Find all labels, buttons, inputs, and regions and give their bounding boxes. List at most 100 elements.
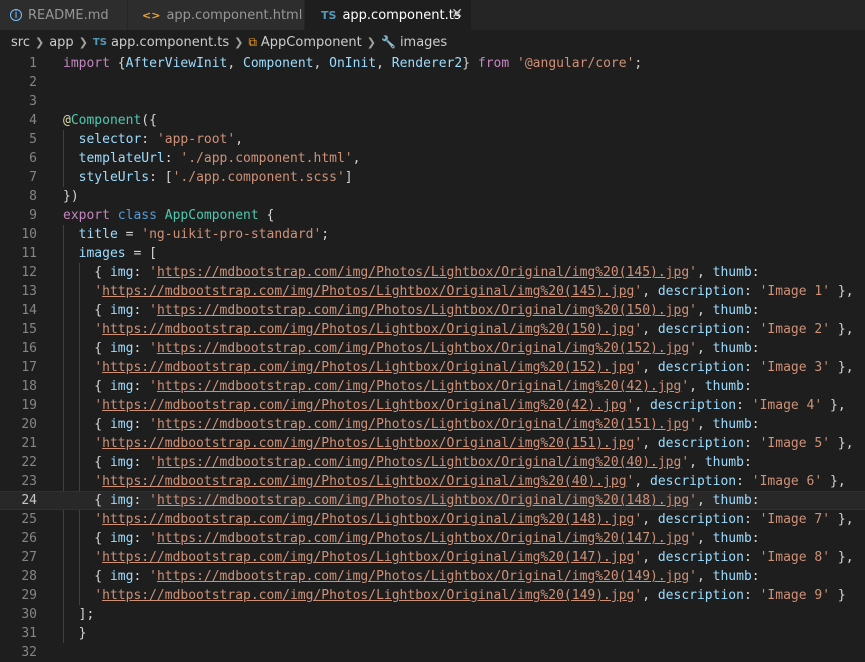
code-line[interactable]: 20 { img: 'https://mdbootstrap.com/img/P…: [0, 415, 865, 434]
code-line[interactable]: 32: [0, 643, 865, 662]
import-name: OnInit: [329, 56, 377, 71]
code-line[interactable]: 25 'https://mdbootstrap.com/img/Photos/L…: [0, 510, 865, 529]
code-line[interactable]: 23 'https://mdbootstrap.com/img/Photos/L…: [0, 472, 865, 491]
punctuation: ;: [321, 227, 330, 242]
property-key: img: [109, 341, 134, 356]
code-line[interactable]: 10 title = 'ng-uikit-pro-standard';: [0, 225, 865, 244]
tab-app-component-ts[interactable]: TS app.component.ts ✕: [305, 0, 472, 30]
quote: ': [94, 512, 103, 527]
punctuation: :: [133, 379, 150, 394]
quote: ': [689, 493, 697, 508]
punctuation: [470, 56, 478, 71]
punctuation: },: [822, 474, 846, 489]
quote: ': [149, 493, 157, 508]
code-line[interactable]: 16 { img: 'https://mdbootstrap.com/img/P…: [0, 339, 865, 358]
property-key: img: [109, 569, 134, 584]
tab-readme[interactable]: i README.md: [0, 0, 128, 30]
breadcrumb-src[interactable]: src: [11, 35, 30, 50]
line-number: 28: [21, 569, 37, 584]
code-line[interactable]: 30 ];: [0, 605, 865, 624]
code-line[interactable]: 18 { img: 'https://mdbootstrap.com/img/P…: [0, 377, 865, 396]
line-content: { img: 'https://mdbootstrap.com/img/Phot…: [63, 453, 751, 472]
line-number: 20: [21, 417, 37, 432]
brace: }: [462, 56, 471, 71]
line-content: 'https://mdbootstrap.com/img/Photos/Ligh…: [63, 586, 845, 605]
code-line[interactable]: 3: [0, 92, 865, 111]
code-line[interactable]: 6 templateUrl: './app.component.html',: [0, 149, 865, 168]
code-line[interactable]: 1 import {AfterViewInit, Component, OnIni…: [0, 54, 865, 73]
punctuation: {: [63, 417, 110, 432]
url-link: https://mdbootstrap.com/img/Photos/Light…: [102, 436, 635, 451]
code-line[interactable]: 7 styleUrls: ['./app.component.scss']: [0, 168, 865, 187]
code-line[interactable]: 4 @Component({: [0, 111, 865, 130]
punctuation: ,: [689, 379, 705, 394]
punctuation: [110, 208, 118, 223]
punctuation: : [: [149, 170, 173, 185]
property-key: description: [657, 512, 744, 527]
code-line[interactable]: 11 images = [: [0, 244, 865, 263]
punctuation: :: [751, 341, 760, 356]
punctuation: :: [751, 265, 760, 280]
import-keyword: import: [63, 56, 110, 71]
chevron-right-icon: ❯: [78, 35, 88, 49]
breadcrumb-class[interactable]: AppComponent: [261, 35, 362, 50]
url-link: https://mdbootstrap.com/img/Photos/Light…: [156, 265, 690, 280]
line-number: 27: [21, 550, 37, 565]
code-line[interactable]: 19 'https://mdbootstrap.com/img/Photos/L…: [0, 396, 865, 415]
punctuation: :: [133, 341, 150, 356]
url-link: https://mdbootstrap.com/img/Photos/Light…: [102, 284, 635, 299]
code-line[interactable]: 8}): [0, 187, 865, 206]
line-content: title = 'ng-uikit-pro-standard';: [63, 225, 329, 244]
punctuation: ,: [642, 436, 658, 451]
breadcrumb-app[interactable]: app: [49, 35, 73, 50]
line-content: import {AfterViewInit, Component, OnInit…: [63, 54, 642, 73]
punctuation: :: [133, 417, 150, 432]
punctuation: }: [78, 626, 87, 641]
chevron-right-icon: ❯: [234, 35, 244, 49]
line-content: 'https://mdbootstrap.com/img/Photos/Ligh…: [63, 434, 853, 453]
code-line[interactable]: 24 { img: 'https://mdbootstrap.com/img/P…: [0, 491, 865, 510]
code-line[interactable]: 17 'https://mdbootstrap.com/img/Photos/L…: [0, 358, 865, 377]
code-line[interactable]: 15 'https://mdbootstrap.com/img/Photos/L…: [0, 320, 865, 339]
punctuation: ];: [78, 607, 95, 622]
code-line[interactable]: 31 }: [0, 624, 865, 643]
punctuation: :: [743, 360, 760, 375]
property-key: thumb: [712, 493, 752, 508]
code-line[interactable]: 12 { img: 'https://mdbootstrap.com/img/P…: [0, 263, 865, 282]
code-line[interactable]: 22 { img: 'https://mdbootstrap.com/img/P…: [0, 453, 865, 472]
code-line[interactable]: 28 { img: 'https://mdbootstrap.com/img/P…: [0, 567, 865, 586]
line-number: 14: [21, 303, 37, 318]
tab-app-component-html[interactable]: <> app.component.html: [128, 0, 305, 30]
punctuation: {: [63, 265, 110, 280]
punctuation: ,: [696, 303, 713, 318]
line-number: 24: [21, 493, 37, 508]
quote: ': [634, 512, 643, 527]
punctuation: {: [63, 493, 110, 508]
code-line[interactable]: 27 'https://mdbootstrap.com/img/Photos/L…: [0, 548, 865, 567]
property-key: description: [657, 322, 744, 337]
code-line[interactable]: 21 'https://mdbootstrap.com/img/Photos/L…: [0, 434, 865, 453]
string-literal: 'Image 5': [759, 436, 831, 451]
code-line[interactable]: 9 export class AppComponent {: [0, 206, 865, 225]
punctuation: :: [133, 265, 150, 280]
breadcrumb-symbol[interactable]: images: [400, 35, 447, 50]
punctuation: :: [133, 569, 150, 584]
code-line[interactable]: 13 'https://mdbootstrap.com/img/Photos/L…: [0, 282, 865, 301]
quote: ': [689, 265, 697, 280]
code-line[interactable]: 26 { img: 'https://mdbootstrap.com/img/P…: [0, 529, 865, 548]
punctuation: [63, 398, 94, 413]
code-line[interactable]: 14 { img: 'https://mdbootstrap.com/img/P…: [0, 301, 865, 320]
code-line[interactable]: 2: [0, 73, 865, 92]
code-line[interactable]: 5 selector: 'app-root',: [0, 130, 865, 149]
line-content: { img: 'https://mdbootstrap.com/img/Phot…: [63, 339, 760, 358]
punctuation: ,: [642, 360, 658, 375]
string-literal: 'Image 1': [759, 284, 831, 299]
url-link: https://mdbootstrap.com/img/Photos/Light…: [156, 379, 682, 394]
punctuation: ,: [696, 569, 713, 584]
code-line[interactable]: 29 'https://mdbootstrap.com/img/Photos/L…: [0, 586, 865, 605]
line-number: 23: [21, 474, 37, 489]
breadcrumb-file[interactable]: app.component.ts: [111, 35, 229, 50]
angular-brackets-icon: <>: [142, 8, 161, 22]
close-icon[interactable]: ✕: [451, 6, 463, 22]
code-editor[interactable]: 1 import {AfterViewInit, Component, OnIni…: [0, 54, 865, 662]
